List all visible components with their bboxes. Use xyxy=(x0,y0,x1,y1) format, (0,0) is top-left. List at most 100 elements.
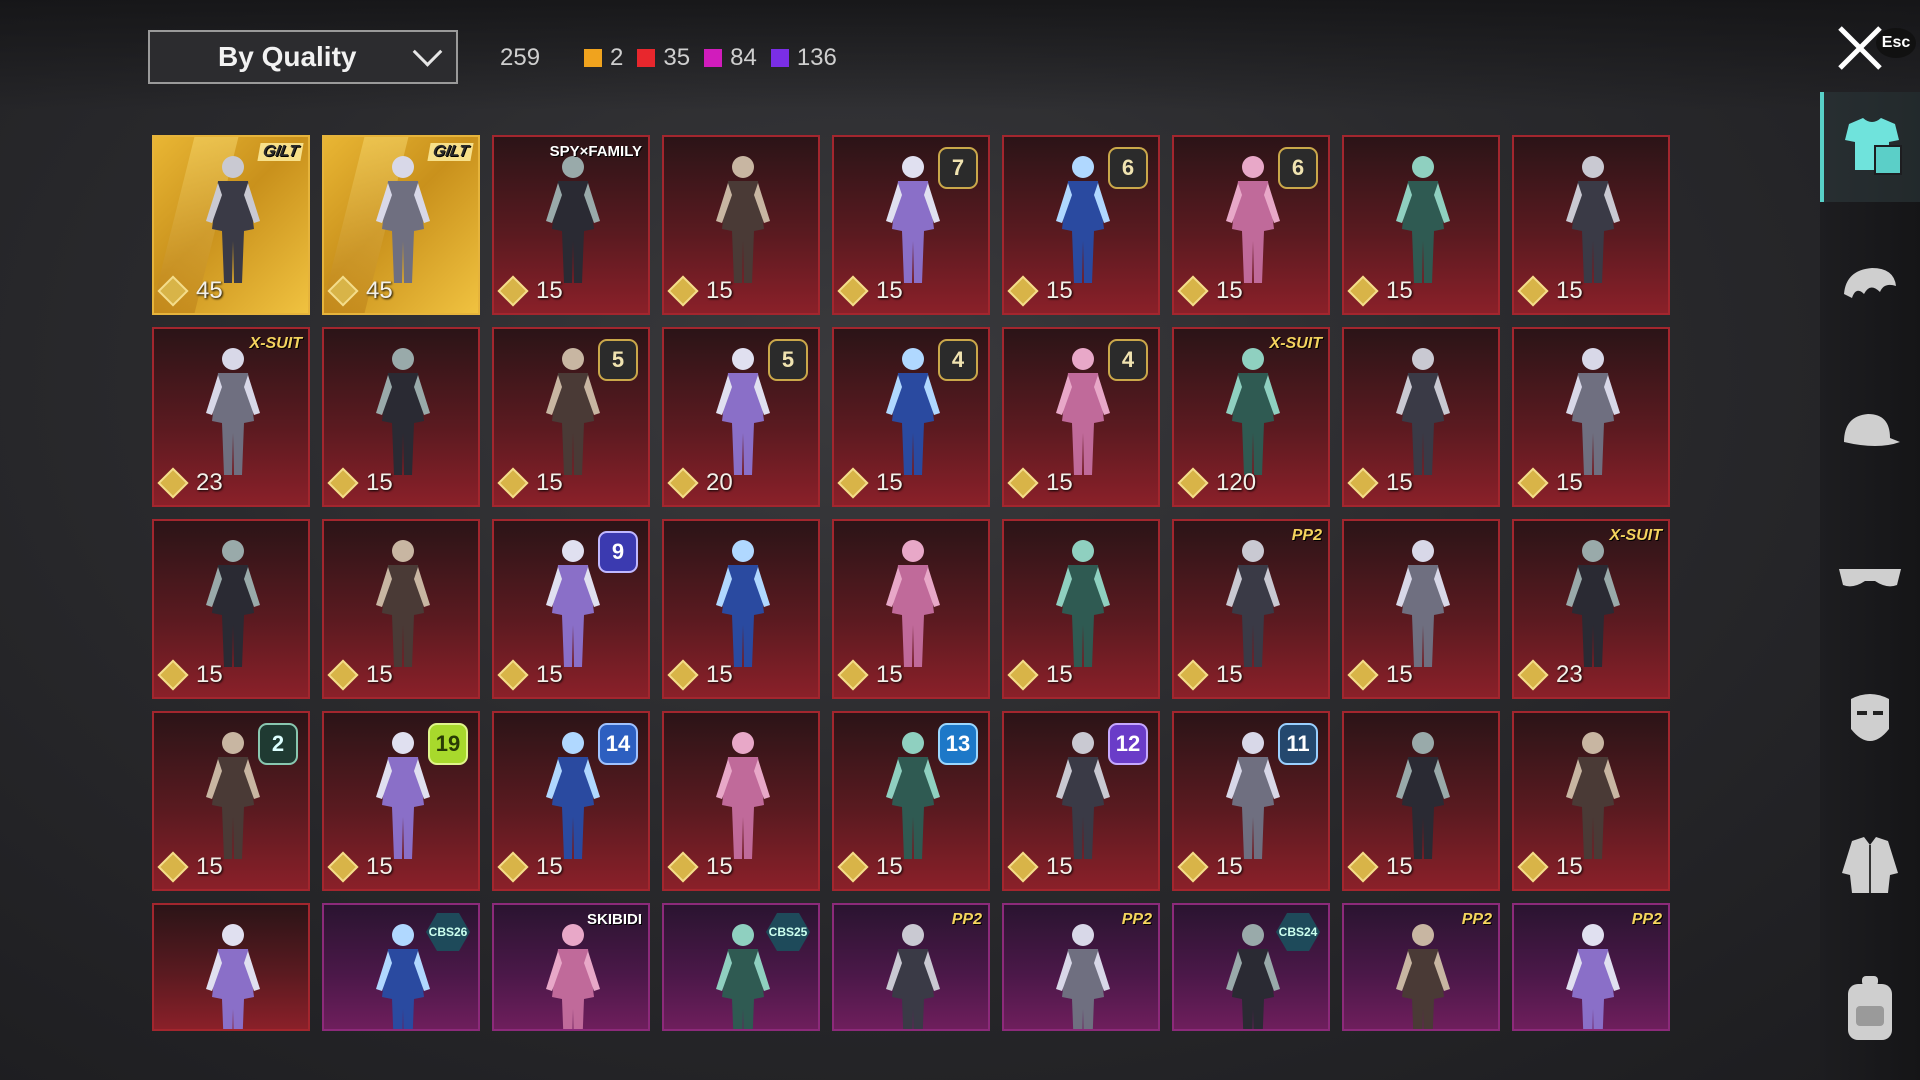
quality-count-rare: 136 xyxy=(770,44,837,72)
points-display: 15 xyxy=(1007,851,1073,883)
outfit-card[interactable]: 5 20 xyxy=(662,327,820,507)
outfit-card[interactable]: 15 xyxy=(1342,327,1500,507)
chevron-down-icon xyxy=(412,36,443,67)
outfit-figure xyxy=(188,151,278,296)
outfit-card[interactable]: 13 15 xyxy=(832,711,990,891)
rail-tab-glasses[interactable] xyxy=(1820,524,1920,634)
outfit-card[interactable]: PP2 xyxy=(1342,903,1500,1031)
outfit-card[interactable]: X-SUIT 120 xyxy=(1172,327,1330,507)
points-display: 15 xyxy=(1007,659,1073,691)
collection-point-icon xyxy=(327,659,359,691)
epic-count: 84 xyxy=(730,44,757,71)
collection-point-icon xyxy=(327,275,359,307)
outfit-card[interactable] xyxy=(152,903,310,1031)
outfit-card[interactable]: 2 15 xyxy=(152,711,310,891)
outfit-card[interactable]: 15 xyxy=(662,519,820,699)
season-badge: 13 xyxy=(938,723,978,765)
outfit-card[interactable]: SKIBIDI xyxy=(492,903,650,1031)
outfit-card[interactable]: 15 xyxy=(1512,711,1670,891)
rail-tab-hair[interactable] xyxy=(1820,236,1920,346)
outfit-card[interactable]: 4 15 xyxy=(1002,327,1160,507)
outfit-figure xyxy=(188,343,278,488)
outfit-card[interactable]: 5 15 xyxy=(492,327,650,507)
outfit-card[interactable]: 15 xyxy=(662,135,820,315)
outfit-card[interactable]: 14 15 xyxy=(492,711,650,891)
outfit-card[interactable]: 9 15 xyxy=(492,519,650,699)
outfit-card[interactable]: 4 15 xyxy=(832,327,990,507)
points-value: 15 xyxy=(536,661,563,688)
points-display: 15 xyxy=(327,659,393,691)
outfit-card[interactable]: SPY×FAMILY 15 xyxy=(492,135,650,315)
season-badge: 14 xyxy=(598,723,638,765)
quality-counts: 259 2 35 84 136 xyxy=(500,40,851,76)
outfit-figure xyxy=(188,535,278,680)
outfit-card[interactable]: 6 15 xyxy=(1002,135,1160,315)
rail-tab-jacket[interactable] xyxy=(1820,812,1920,922)
mythic-count: 35 xyxy=(663,44,691,71)
outfit-figure xyxy=(1548,151,1638,296)
outfit-card[interactable]: PP2 xyxy=(1512,903,1670,1031)
rail-tab-cap[interactable] xyxy=(1820,380,1920,490)
outfit-card[interactable]: 12 15 xyxy=(1002,711,1160,891)
outfit-card[interactable]: CBS24 xyxy=(1172,903,1330,1031)
outfit-card[interactable]: 11 15 xyxy=(1172,711,1330,891)
points-value: 15 xyxy=(1556,853,1583,880)
outfit-card[interactable]: 19 15 xyxy=(322,711,480,891)
points-value: 15 xyxy=(1216,661,1243,688)
season-badge: 12 xyxy=(1108,723,1148,765)
rare-swatch xyxy=(770,49,789,67)
outfit-figure xyxy=(1378,727,1468,872)
collection-point-icon xyxy=(1347,467,1379,499)
outfit-card[interactable]: 15 xyxy=(1512,327,1670,507)
close-button[interactable]: Esc xyxy=(1832,22,1916,74)
esc-key-hint: Esc xyxy=(1876,28,1916,58)
outfit-card[interactable]: GILT 45 xyxy=(322,135,480,315)
collection-point-icon xyxy=(837,275,869,307)
collection-point-icon xyxy=(157,851,189,883)
outfit-card[interactable]: 15 xyxy=(152,519,310,699)
points-value: 23 xyxy=(1556,661,1583,688)
rail-tab-mask[interactable] xyxy=(1820,668,1920,778)
outfit-card[interactable]: 15 xyxy=(832,519,990,699)
outfit-card[interactable]: X-SUIT 23 xyxy=(1512,519,1670,699)
collection-tag: PP2 xyxy=(1291,527,1322,544)
outfit-card[interactable]: 7 15 xyxy=(832,135,990,315)
collection-tag: SPY×FAMILY xyxy=(549,143,642,160)
outfit-card[interactable]: 15 xyxy=(1512,135,1670,315)
season-badge: 4 xyxy=(1108,339,1148,381)
outfit-card[interactable]: X-SUIT 23 xyxy=(152,327,310,507)
collection-point-icon xyxy=(1347,275,1379,307)
points-display: 15 xyxy=(1517,851,1583,883)
outfit-card[interactable]: CBS25 xyxy=(662,903,820,1031)
season-badge: 2 xyxy=(258,723,298,765)
outfit-card[interactable]: PP2 15 xyxy=(1172,519,1330,699)
outfit-card[interactable]: PP2 xyxy=(832,903,990,1031)
collection-tag: X-SUIT xyxy=(249,335,302,352)
sort-dropdown[interactable]: By Quality xyxy=(148,30,458,84)
outfit-card[interactable]: 15 xyxy=(322,327,480,507)
outfit-card[interactable]: 15 xyxy=(1342,519,1500,699)
points-display: 15 xyxy=(157,659,223,691)
outfit-card[interactable]: 15 xyxy=(322,519,480,699)
collection-point-icon xyxy=(497,467,529,499)
rail-tab-backpack[interactable] xyxy=(1820,956,1920,1066)
outfit-figure xyxy=(1038,919,1128,1029)
outfit-card[interactable]: 15 xyxy=(1342,135,1500,315)
outfit-card[interactable]: PP2 xyxy=(1002,903,1160,1031)
outfit-card[interactable]: 15 xyxy=(662,711,820,891)
outfit-card[interactable]: CBS26 xyxy=(322,903,480,1031)
collection-point-icon xyxy=(497,275,529,307)
hair-icon xyxy=(1840,264,1900,319)
points-value: 15 xyxy=(706,661,733,688)
category-rail xyxy=(1820,92,1920,1080)
rail-tab-outfit[interactable] xyxy=(1820,92,1920,202)
outfit-card[interactable]: GILT 45 xyxy=(152,135,310,315)
outfit-card[interactable]: 15 xyxy=(1002,519,1160,699)
points-display: 15 xyxy=(157,851,223,883)
outfit-card[interactable]: 15 xyxy=(1342,711,1500,891)
outfit-figure xyxy=(1378,151,1468,296)
collection-point-icon xyxy=(1517,275,1549,307)
points-value: 15 xyxy=(536,277,563,304)
collection-point-icon xyxy=(1347,659,1379,691)
outfit-card[interactable]: 6 15 xyxy=(1172,135,1330,315)
